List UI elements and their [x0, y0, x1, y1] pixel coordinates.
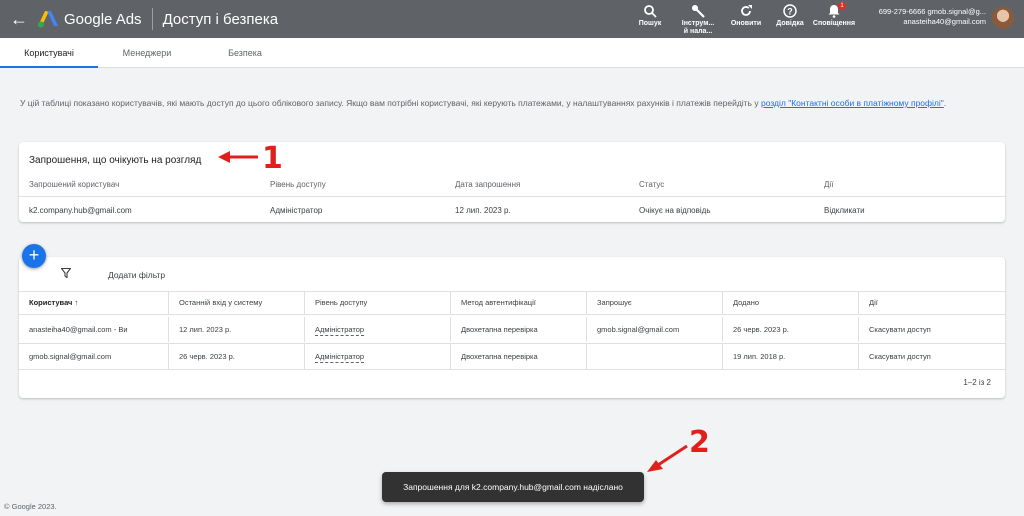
col-invite-date: Дата запрошення: [455, 180, 521, 189]
add-user-button[interactable]: +: [22, 244, 46, 268]
header-divider: [151, 8, 153, 30]
col-invited-by[interactable]: Запрошує: [587, 292, 723, 314]
col-invited-user: Запрошений користувач: [29, 180, 120, 189]
refresh-button[interactable]: Оновити: [726, 0, 766, 38]
table-row-added: 26 черв. 2023 р.: [723, 317, 859, 342]
col-added[interactable]: Додано: [723, 292, 859, 314]
svg-text:?: ?: [787, 7, 793, 17]
page-title: Доступ і безпека: [162, 10, 279, 28]
col-access[interactable]: Рівень доступу: [305, 292, 451, 314]
row-divider: [19, 196, 1005, 197]
table-row-auth: Двохетапна перевірка: [451, 317, 587, 342]
refresh-icon: [741, 5, 752, 16]
header-bottom-divider: [19, 314, 1005, 315]
search-icon: [644, 5, 657, 18]
snackbar-toast: Запрошення для k2.company.hub@gmail.com …: [382, 472, 644, 502]
table-row-user: anasteiha40@gmail.com - Ви: [19, 317, 169, 342]
access-level-dropdown[interactable]: Адміністратор: [315, 352, 365, 363]
tab-security[interactable]: Безпека: [196, 38, 294, 68]
account-info[interactable]: 699-279-6666 gmob.signal@g... anasteiha4…: [868, 7, 986, 27]
google-ads-logo[interactable]: Google Ads: [38, 10, 142, 28]
table-row-invited-by: gmob.signal@gmail.com: [587, 317, 723, 342]
col-user[interactable]: Користувач ↑: [19, 292, 169, 314]
help-label: Довідка: [776, 20, 804, 27]
col-last-login[interactable]: Останній вхід у систему: [169, 292, 305, 314]
pending-date: 12 лип. 2023 р.: [455, 206, 511, 215]
tools-label: Інструм...: [681, 20, 715, 27]
annotation-number-2: 2: [689, 425, 710, 460]
row-divider: [19, 369, 1005, 370]
search-button[interactable]: Пошук: [630, 0, 670, 38]
billing-contacts-link[interactable]: розділ "Контактні особи в платіжному про…: [761, 98, 944, 108]
notifications-button[interactable]: 1 Сповіщення: [812, 0, 856, 38]
intro-body: У цій таблиці показано користувачів, які…: [20, 98, 761, 108]
google-ads-logo-icon: [38, 11, 58, 28]
annotation-arrow-2: 2: [647, 425, 710, 472]
revoke-access-button[interactable]: Скасувати доступ: [859, 317, 1005, 342]
pending-user: k2.company.hub@gmail.com: [29, 206, 132, 215]
brand-name: Google Ads: [64, 10, 142, 28]
account-id: 699-279-6666 gmob.signal@g...: [878, 7, 986, 16]
pending-status: Очікує на відповідь: [639, 206, 711, 215]
wrench-icon: [692, 5, 705, 18]
col-user-label: Користувач: [29, 298, 73, 307]
pending-title: Запрошення, що очікують на розгляд: [29, 155, 202, 166]
refresh-label: Оновити: [730, 20, 762, 27]
notifications-label: Сповіщення: [812, 20, 856, 27]
col-access-level: Рівень доступу: [270, 180, 326, 189]
intro-end: .: [943, 98, 947, 108]
tools-settings-button[interactable]: Інструм... й нала...: [674, 0, 722, 38]
tab-managers[interactable]: Менеджери: [98, 38, 196, 68]
col-user-actions: Дії: [869, 298, 878, 307]
help-button[interactable]: ? Довідка: [770, 0, 810, 38]
pagination-label: 1–2 із 2: [963, 378, 991, 387]
table-row-last-login: 26 черв. 2023 р.: [169, 344, 305, 369]
table-row-added: 19 лип. 2018 р.: [723, 344, 859, 369]
revoke-access-button[interactable]: Скасувати доступ: [859, 344, 1005, 369]
search-label: Пошук: [638, 20, 662, 27]
table-row-access[interactable]: Адміністратор: [305, 317, 451, 342]
plus-icon: +: [28, 245, 40, 265]
users-card: Додати фільтр Користувач ↑ Останній вхід…: [19, 257, 1005, 398]
active-tab-indicator: [0, 66, 98, 68]
tools-label-2: й нала...: [683, 28, 713, 35]
intro-text: У цій таблиці показано користувачів, які…: [20, 97, 1010, 110]
footer-copyright: © Google 2023.: [4, 502, 57, 511]
table-row-last-login: 12 лип. 2023 р.: [169, 317, 305, 342]
col-status: Статус: [639, 180, 665, 189]
pending-invitations-card: Запрошення, що очікують на розгляд Запро…: [19, 142, 1005, 222]
avatar[interactable]: [992, 7, 1014, 29]
arrow-back-icon[interactable]: ←: [0, 0, 38, 38]
tab-bar: Користувачі Менеджери Безпека: [0, 38, 1024, 68]
access-level-dropdown[interactable]: Адміністратор: [315, 325, 365, 336]
account-email: anasteiha40@gmail.com: [903, 17, 986, 26]
col-auth-method[interactable]: Метод автентифікації: [451, 292, 587, 314]
table-row-user: gmob.signal@gmail.com: [19, 344, 169, 369]
arrow-up-icon: ↑: [74, 298, 79, 307]
filter-icon[interactable]: [61, 268, 71, 278]
table-row-auth: Двохетапна перевірка: [451, 344, 587, 369]
col-actions: Дії: [824, 180, 834, 189]
add-filter-button[interactable]: Додати фільтр: [108, 270, 165, 280]
top-app-bar: ← Google Ads Доступ і безпека Пошук Інст…: [0, 0, 1024, 38]
revoke-invite-button[interactable]: Відкликати: [824, 206, 865, 215]
pending-access: Адміністратор: [270, 206, 323, 215]
table-row-invited-by: [587, 344, 723, 369]
header-tools: Пошук Інструм... й нала... Оновити ? Дов…: [630, 0, 858, 38]
notification-badge: 1: [838, 2, 846, 10]
help-icon: ?: [783, 4, 797, 18]
table-row-access[interactable]: Адміністратор: [305, 344, 451, 369]
tab-users[interactable]: Користувачі: [0, 38, 98, 68]
